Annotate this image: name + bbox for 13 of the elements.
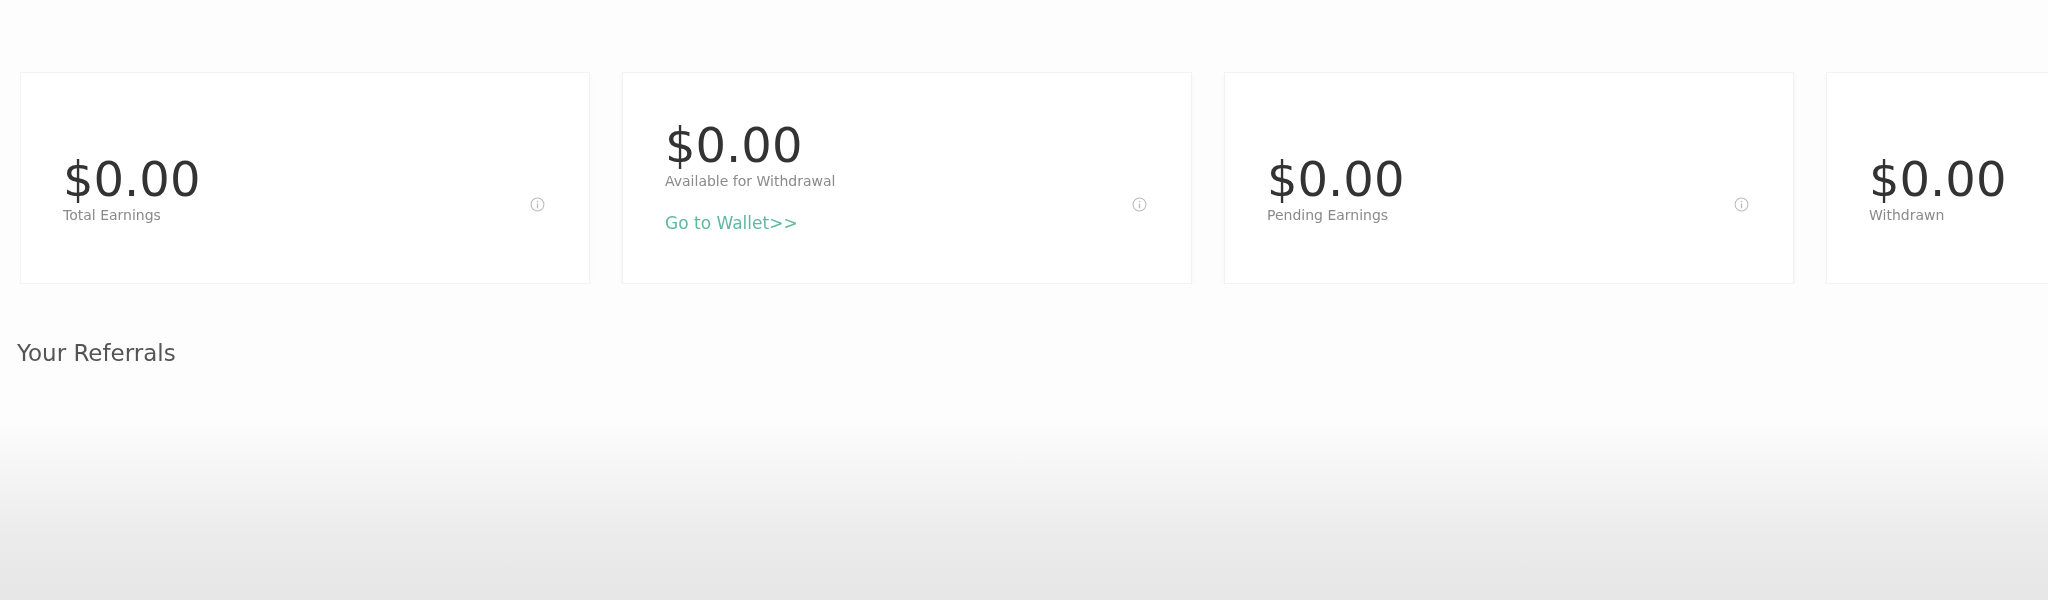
stat-amount: $0.00: [63, 152, 201, 206]
wallet-link[interactable]: Go to Wallet>>: [665, 212, 798, 234]
section-title: Your Referrals: [17, 340, 176, 366]
stat-amount: $0.00: [665, 118, 803, 172]
stat-label: Withdrawn: [1869, 206, 1945, 224]
stat-label: Available for Withdrawal: [665, 172, 836, 190]
stat-label: Pending Earnings: [1267, 206, 1389, 224]
stat-label: Total Earnings: [63, 206, 161, 224]
stat-amount: $0.00: [1869, 152, 2007, 206]
info-icon[interactable]: [530, 196, 545, 212]
info-icon[interactable]: [1132, 196, 1147, 212]
info-icon[interactable]: [1734, 196, 1749, 212]
stat-amount: $0.00: [1267, 152, 1405, 206]
